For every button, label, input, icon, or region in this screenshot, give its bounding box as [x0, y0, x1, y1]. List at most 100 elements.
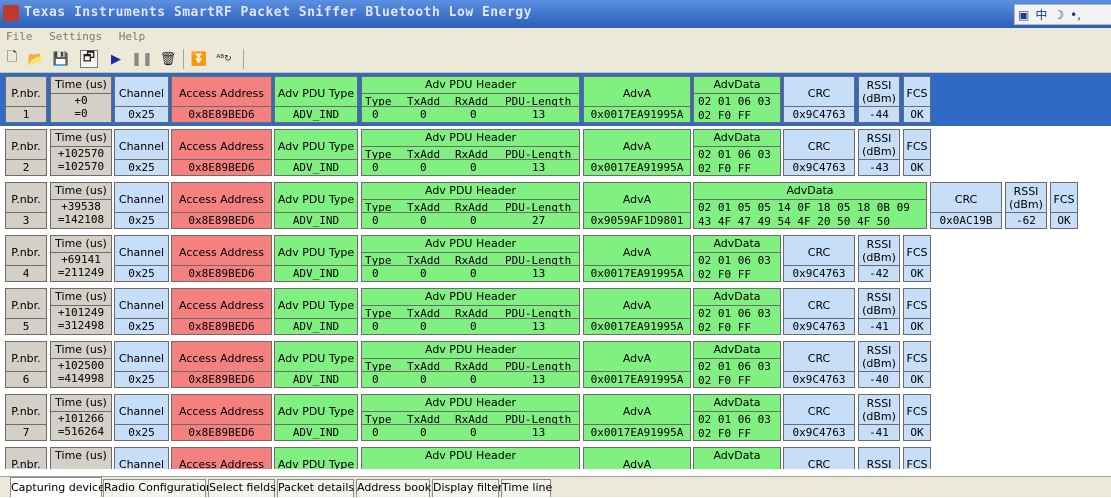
ime-toolbar[interactable]: ▣ 中 ☽ •,: [1014, 4, 1111, 25]
access-address-cell[interactable]: Access Address 0x8E89BED6: [171, 394, 272, 441]
time-cell[interactable]: Time (us) +0 =0: [50, 76, 112, 123]
pdu-type-cell[interactable]: Adv PDU Type ADV_IND: [274, 341, 358, 388]
advdata-cell[interactable]: AdvData 02 01 06 03 02 F0 FF: [693, 76, 781, 123]
partial-crc-cell[interactable]: CRC: [783, 447, 855, 469]
advdata-cell[interactable]: AdvData 02 01 06 03 02 F0 FF: [693, 129, 781, 176]
pdu-type-cell[interactable]: Adv PDU Type ADV_IND: [274, 182, 358, 229]
tab-radio-configuration[interactable]: Radio Configuration: [103, 479, 213, 497]
partial-access-address-cell[interactable]: Access Address: [171, 447, 272, 469]
advdata-cell[interactable]: AdvData 02 01 05 05 14 0F 18 05 18 0B 09 4…: [693, 182, 927, 229]
pdu-header-cell[interactable]: Adv PDU Header Type TxAdd RxAdd PDU-Length 0 0…: [361, 76, 580, 123]
rssi-cell[interactable]: RSSI (dBm) -42: [858, 235, 900, 282]
crc-cell[interactable]: CRC 0x0AC19B: [930, 182, 1002, 229]
access-address-cell[interactable]: Access Address 0x8E89BED6: [171, 76, 272, 123]
partial-advdata-cell[interactable]: AdvData: [693, 447, 781, 469]
tab-address-book[interactable]: Address book: [356, 479, 431, 497]
access-address-cell[interactable]: Access Address 0x8E89BED6: [171, 235, 272, 282]
packet-number-cell[interactable]: P.nbr. 2: [5, 129, 47, 176]
packet-row[interactable]: P.nbr. 6 Time (us) +102500 =414998 Channel 0x2…: [0, 338, 1111, 391]
ime-language-label[interactable]: 中: [1035, 6, 1047, 23]
rssi-cell[interactable]: RSSI (dBm) -41: [858, 288, 900, 335]
access-address-cell[interactable]: Access Address 0x8E89BED6: [171, 182, 272, 229]
open-window-icon[interactable]: 🗗: [80, 50, 98, 68]
menu-settings[interactable]: Settings: [49, 28, 102, 46]
crc-cell[interactable]: CRC 0x9C4763: [783, 235, 855, 282]
partial-fcs-cell[interactable]: FCS: [903, 447, 931, 469]
channel-cell[interactable]: Channel 0x25: [114, 129, 169, 176]
pdu-header-cell[interactable]: Adv PDU Header Type TxAdd RxAdd PDU-Length 0 0…: [361, 394, 580, 441]
packet-list[interactable]: P.nbr. 1 Time (us) +0 =0 Channel 0x25 Access Ad…: [0, 73, 1111, 469]
packet-number-cell[interactable]: P.nbr. 1: [5, 76, 47, 123]
adva-cell[interactable]: AdvA 0x0017EA91995A: [583, 129, 691, 176]
access-address-cell[interactable]: Access Address 0x8E89BED6: [171, 129, 272, 176]
tab-time-line[interactable]: Time line: [501, 479, 552, 497]
pdu-type-cell[interactable]: Adv PDU Type ADV_IND: [274, 129, 358, 176]
rssi-cell[interactable]: RSSI (dBm) -40: [858, 341, 900, 388]
channel-cell[interactable]: Channel 0x25: [114, 76, 169, 123]
time-cell[interactable]: Time (us) +101249 =312498: [50, 288, 112, 335]
channel-cell[interactable]: Channel 0x25: [114, 235, 169, 282]
channel-cell[interactable]: Channel 0x25: [114, 394, 169, 441]
save-icon[interactable]: 💾: [52, 50, 70, 68]
time-cell[interactable]: Time (us) +101266 =516264: [50, 394, 112, 441]
play-icon[interactable]: ▶: [107, 50, 125, 68]
channel-cell[interactable]: Channel 0x25: [114, 182, 169, 229]
advdata-cell[interactable]: AdvData 02 01 06 03 02 F0 FF: [693, 394, 781, 441]
pdu-header-cell[interactable]: Adv PDU Header Type TxAdd RxAdd PDU-Length 0 0…: [361, 129, 580, 176]
fcs-cell[interactable]: FCS OK: [903, 394, 931, 441]
pdu-type-cell[interactable]: Adv PDU Type ADV_IND: [274, 235, 358, 282]
fcs-cell[interactable]: FCS OK: [903, 76, 931, 123]
pdu-header-cell[interactable]: Adv PDU Header Type TxAdd RxAdd PDU-Length 0 0…: [361, 235, 580, 282]
pdu-type-cell[interactable]: Adv PDU Type ADV_IND: [274, 288, 358, 335]
partial-pdu-type-cell[interactable]: Adv PDU Type: [274, 447, 358, 469]
fcs-cell[interactable]: FCS OK: [903, 288, 931, 335]
partial-pdu-header-cell[interactable]: Adv PDU Header: [361, 447, 580, 469]
access-address-cell[interactable]: Access Address 0x8E89BED6: [171, 341, 272, 388]
packet-number-cell[interactable]: P.nbr. 6: [5, 341, 47, 388]
crc-cell[interactable]: CRC 0x9C4763: [783, 394, 855, 441]
packet-number-cell[interactable]: P.nbr. 7: [5, 394, 47, 441]
partial-channel-cell[interactable]: Channel: [114, 447, 169, 469]
channel-cell[interactable]: Channel 0x25: [114, 288, 169, 335]
ime-keyboard-icon[interactable]: ▣: [1018, 8, 1029, 22]
packet-number-cell[interactable]: P.nbr. 3: [5, 182, 47, 229]
packet-row[interactable]: P.nbr. 5 Time (us) +101249 =312498 Channel 0x2…: [0, 285, 1111, 338]
menu-help[interactable]: Help: [119, 28, 146, 46]
fcs-cell[interactable]: FCS OK: [903, 235, 931, 282]
ime-moon-icon[interactable]: ☽: [1053, 8, 1064, 22]
channel-cell[interactable]: Channel 0x25: [114, 341, 169, 388]
advdata-cell[interactable]: AdvData 02 01 06 03 02 F0 FF: [693, 288, 781, 335]
packet-row[interactable]: P.nbr. 2 Time (us) +102570 =102570 Channel 0x2…: [0, 126, 1111, 179]
tab-select-fields[interactable]: Select fields: [208, 479, 276, 497]
scroll-down-icon[interactable]: ⏬: [190, 50, 208, 68]
packet-number-cell[interactable]: P.nbr. 4: [5, 235, 47, 282]
clear-icon[interactable]: 🗑: [159, 50, 177, 68]
crc-cell[interactable]: CRC 0x9C4763: [783, 76, 855, 123]
crc-cell[interactable]: CRC 0x9C4763: [783, 129, 855, 176]
pdu-header-cell[interactable]: Adv PDU Header Type TxAdd RxAdd PDU-Length 0 0…: [361, 288, 580, 335]
access-address-cell[interactable]: Access Address 0x8E89BED6: [171, 288, 272, 335]
partial-time-cell[interactable]: Time (us): [50, 447, 112, 469]
ab-toggle-icon[interactable]: ᴬᴮ↻: [215, 50, 233, 68]
rssi-cell[interactable]: RSSI (dBm) -43: [858, 129, 900, 176]
pdu-type-cell[interactable]: Adv PDU Type ADV_IND: [274, 394, 358, 441]
fcs-cell[interactable]: FCS OK: [1050, 182, 1078, 229]
new-file-icon[interactable]: 🗋: [3, 50, 21, 68]
rssi-cell[interactable]: RSSI (dBm) -41: [858, 394, 900, 441]
packet-row[interactable]: P.nbr. 4 Time (us) +69141 =211249 Channel 0x25…: [0, 232, 1111, 285]
packet-row[interactable]: P.nbr. 7 Time (us) +101266 =516264 Channel 0x2…: [0, 391, 1111, 444]
tab-capturing-device[interactable]: Capturing device: [10, 477, 105, 497]
ime-punctuation-icon[interactable]: •,: [1070, 8, 1081, 22]
pdu-type-cell[interactable]: Adv PDU Type ADV_IND: [274, 76, 358, 123]
adva-cell[interactable]: AdvA 0x0017EA91995A: [583, 235, 691, 282]
advdata-cell[interactable]: AdvData 02 01 06 03 02 F0 FF: [693, 235, 781, 282]
adva-cell[interactable]: AdvA 0x0017EA91995A: [583, 288, 691, 335]
time-cell[interactable]: Time (us) +69141 =211249: [50, 235, 112, 282]
tab-display-filter[interactable]: Display filter: [432, 479, 503, 497]
fcs-cell[interactable]: FCS OK: [903, 129, 931, 176]
partial-rssi1-cell[interactable]: RSSI: [858, 447, 900, 469]
adva-cell[interactable]: AdvA 0x9059AF1D9801: [583, 182, 691, 229]
adva-cell[interactable]: AdvA 0x0017EA91995A: [583, 76, 691, 123]
time-cell[interactable]: Time (us) +102570 =102570: [50, 129, 112, 176]
packet-row[interactable]: P.nbr. 3 Time (us) +39538 =142108 Channel 0x25…: [0, 179, 1111, 232]
